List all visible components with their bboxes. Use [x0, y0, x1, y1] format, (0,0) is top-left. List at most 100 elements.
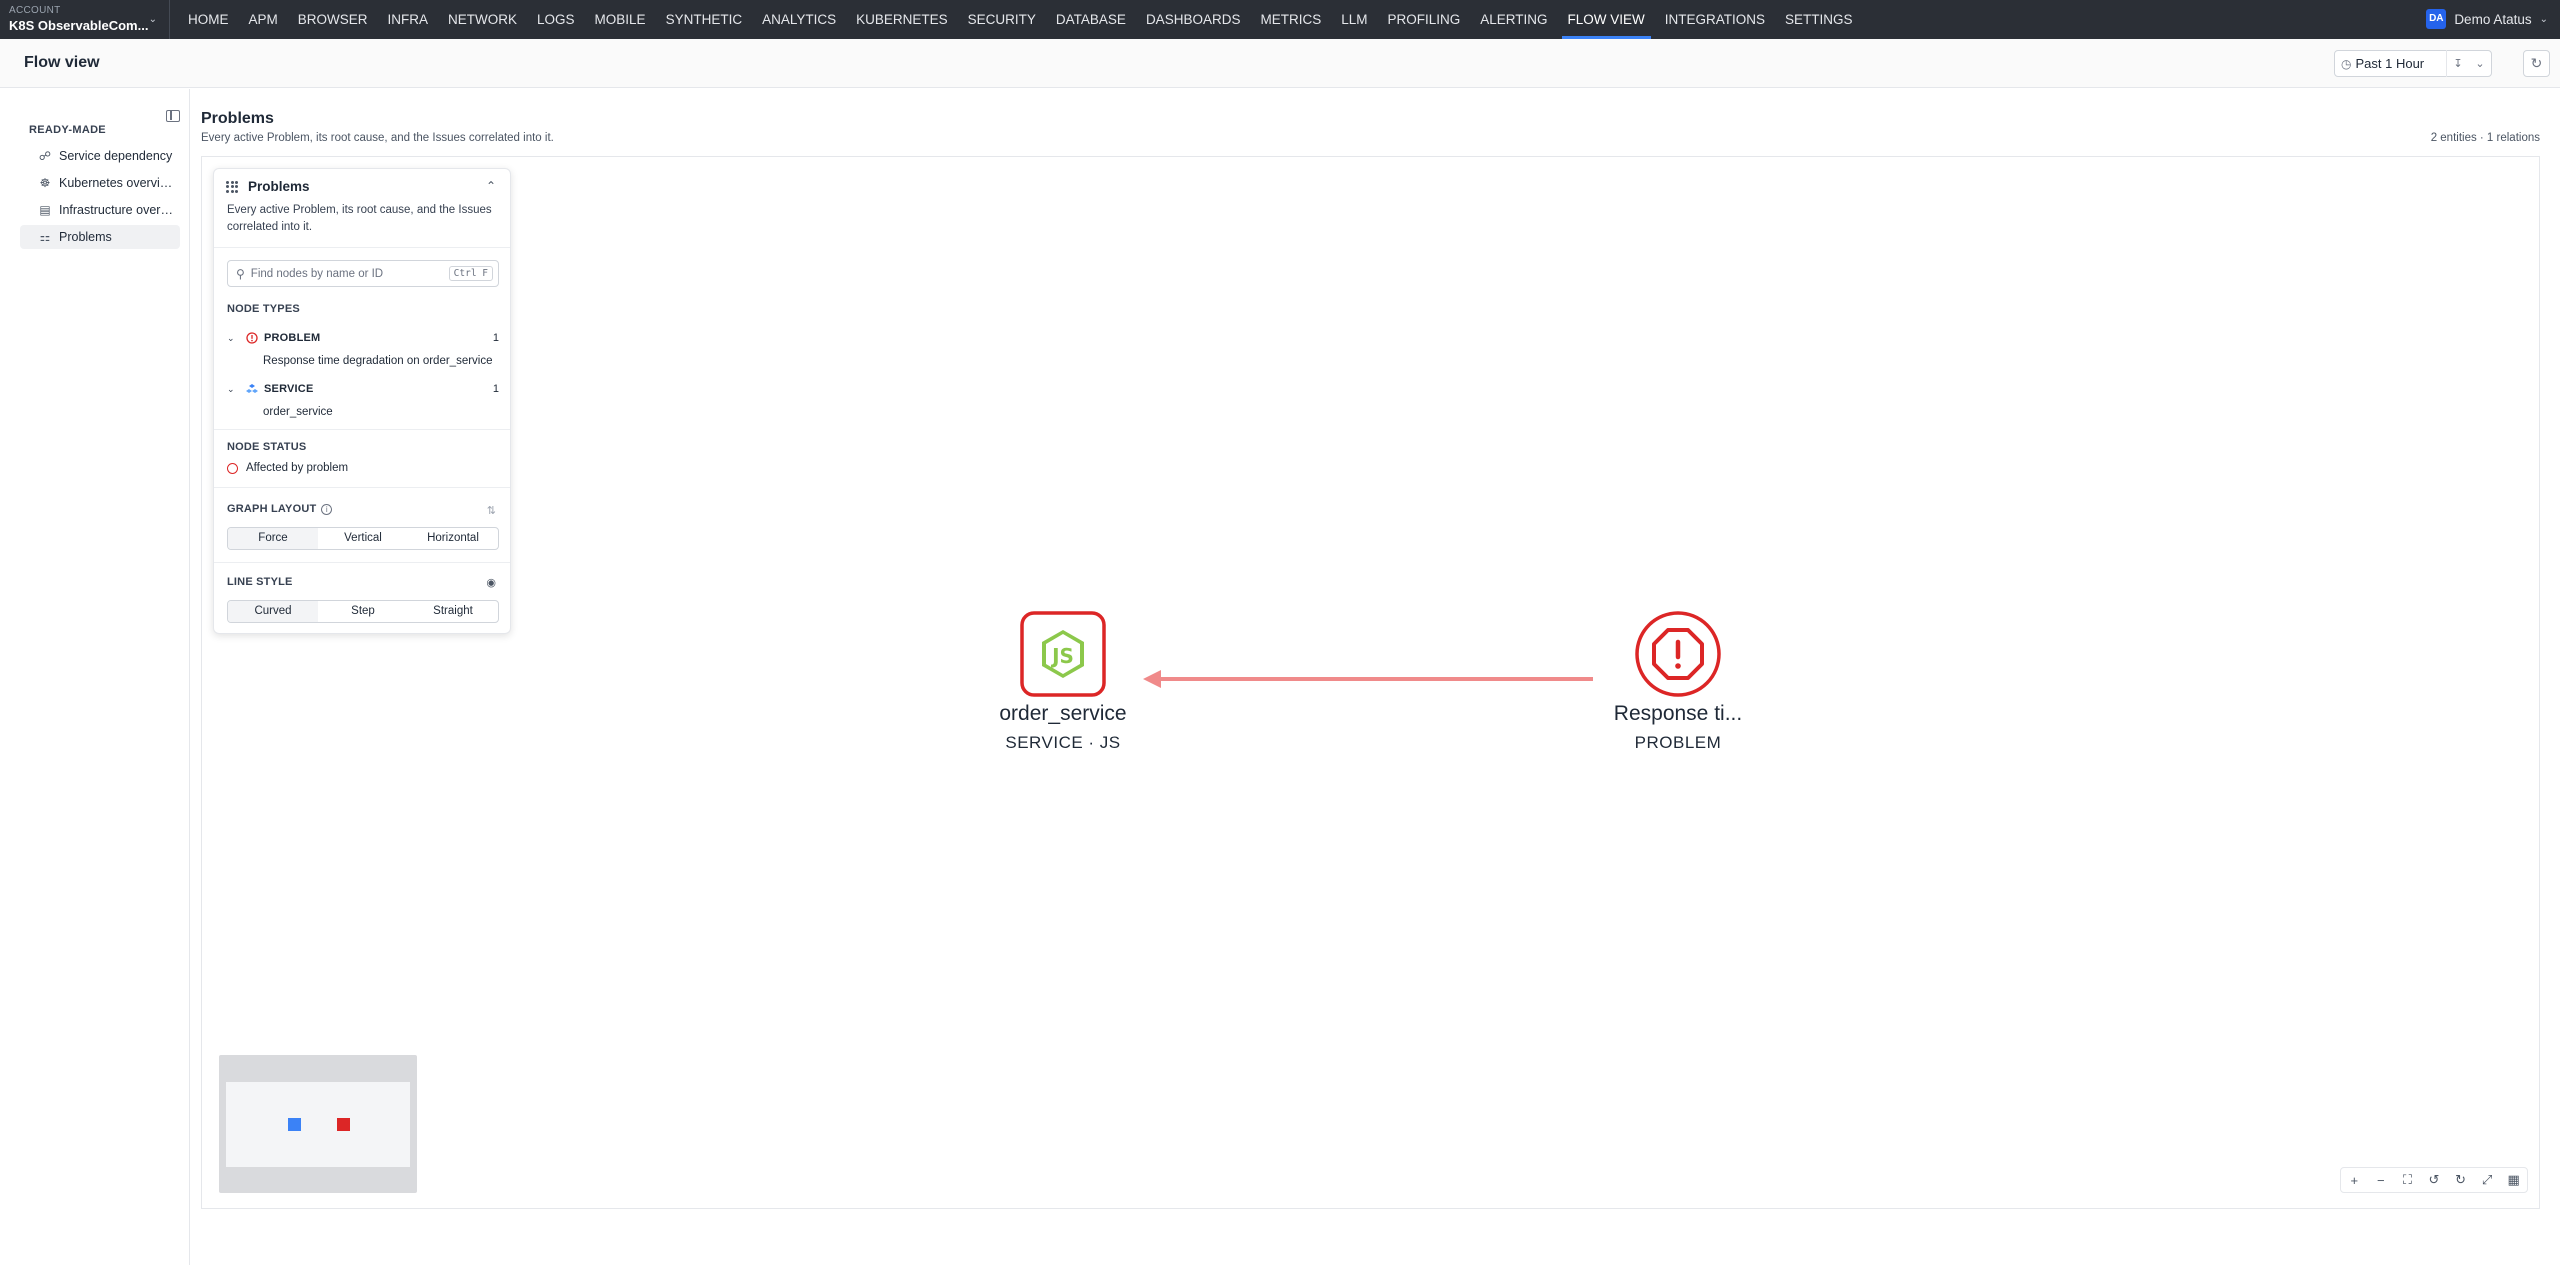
- fullscreen-icon[interactable]: ⤢: [2476, 1172, 2498, 1188]
- line-style-heading: LINE STYLE: [227, 576, 293, 588]
- nav-logs[interactable]: LOGS: [527, 0, 585, 39]
- nav-synthetic[interactable]: SYNTHETIC: [656, 0, 753, 39]
- layout-horizontal-button[interactable]: Horizontal: [408, 528, 498, 549]
- avatar: DA: [2426, 9, 2447, 29]
- layout-force-button[interactable]: Force: [228, 528, 318, 549]
- graph-node-order-service[interactable]: JS: [1020, 611, 1106, 697]
- line-step-button[interactable]: Step: [318, 601, 408, 622]
- minimap-node: [337, 1118, 350, 1131]
- node-status-heading: NODE STATUS: [227, 441, 307, 453]
- nav-llm[interactable]: LLM: [1331, 0, 1377, 39]
- node-label: order_service: [999, 702, 1127, 725]
- info-icon[interactable]: i: [321, 503, 333, 515]
- node-list-item[interactable]: Response time degradation on order_servi…: [263, 355, 493, 367]
- nav-flow-view[interactable]: FLOW VIEW: [1558, 0, 1655, 39]
- node-status-item[interactable]: Affected by problem: [227, 462, 348, 474]
- panel-title: Problems: [248, 179, 310, 194]
- drag-handle-icon[interactable]: [226, 180, 238, 193]
- reset-icon[interactable]: ↺: [2423, 1172, 2445, 1188]
- graph-icon: ⚏: [39, 230, 51, 244]
- refresh-icon: ↻: [2530, 55, 2543, 71]
- time-range-label: Past 1 Hour: [2355, 56, 2425, 71]
- nav-integrations[interactable]: INTEGRATIONS: [1655, 0, 1775, 39]
- nodejs-icon: JS: [1020, 611, 1106, 697]
- sort-icon[interactable]: ⇅: [487, 504, 496, 517]
- alert-circle-icon: [246, 332, 258, 344]
- minimap[interactable]: [219, 1055, 417, 1193]
- line-style-toggle: Curved Step Straight: [227, 600, 499, 623]
- nav-browser[interactable]: BROWSER: [288, 0, 378, 39]
- node-type-problem[interactable]: ⌄ PROBLEM 1: [227, 330, 499, 346]
- clock-icon: ◷: [2341, 56, 2352, 71]
- graph-node-problem[interactable]: [1635, 611, 1721, 697]
- grid-icon[interactable]: ▦: [2503, 1172, 2525, 1188]
- sidebar-item-service-dependency[interactable]: ☍ Service dependency: [20, 144, 180, 168]
- nav-kubernetes[interactable]: KUBERNETES: [846, 0, 958, 39]
- entity-counts: 2 entities · 1 relations: [2430, 132, 2540, 144]
- chevron-down-icon[interactable]: ⌄: [227, 333, 237, 344]
- zoom-in-icon[interactable]: +: [2343, 1173, 2365, 1188]
- chevron-down-icon[interactable]: ⌄: [227, 384, 237, 395]
- refresh-button[interactable]: ↻: [2523, 50, 2550, 77]
- chevron-up-icon[interactable]: ⌃: [486, 179, 496, 193]
- page-title: Flow view: [24, 54, 100, 71]
- sidebar-toggle-icon[interactable]: [166, 110, 180, 122]
- node-list-item[interactable]: order_service: [263, 406, 333, 418]
- layout-vertical-button[interactable]: Vertical: [318, 528, 408, 549]
- nav-network[interactable]: NETWORK: [438, 0, 527, 39]
- share-icon: ☍: [38, 149, 52, 163]
- nav-infra[interactable]: INFRA: [378, 0, 439, 39]
- kubernetes-icon: ☸: [39, 176, 51, 190]
- nav-items: HOME APM BROWSER INFRA NETWORK LOGS MOBI…: [178, 0, 1863, 39]
- sidebar-item-problems[interactable]: ⚏ Problems: [20, 225, 180, 249]
- node-types-heading: NODE TYPES: [227, 303, 300, 315]
- server-icon: ▤: [39, 203, 51, 217]
- nav-dashboards[interactable]: DASHBOARDS: [1136, 0, 1251, 39]
- node-type-service[interactable]: ⌄ SERVICE 1: [227, 381, 499, 397]
- nav-database[interactable]: DATABASE: [1046, 0, 1136, 39]
- node-type-label: PROBLEM: [264, 332, 321, 344]
- nav-home[interactable]: HOME: [178, 0, 239, 39]
- node-search-input[interactable]: ⚲ Find nodes by name or ID Ctrl F: [227, 260, 499, 287]
- nav-settings[interactable]: SETTINGS: [1775, 0, 1863, 39]
- node-type-count: 1: [492, 383, 499, 395]
- account-switcher[interactable]: ACCOUNT K8S ObservableCom... ⌄: [0, 0, 170, 39]
- line-curved-button[interactable]: Curved: [228, 601, 318, 622]
- nav-mobile[interactable]: MOBILE: [585, 0, 656, 39]
- sidebar-heading: READY-MADE: [29, 124, 106, 136]
- sidebar-item-kubernetes-overview[interactable]: ☸ Kubernetes overview: [20, 171, 180, 195]
- node-type-label: SERVICE: [264, 383, 314, 395]
- ring-icon: [227, 462, 238, 474]
- panel-description: Every active Problem, its root cause, an…: [227, 204, 492, 233]
- nav-apm[interactable]: APM: [239, 0, 288, 39]
- minimap-node: [288, 1118, 301, 1131]
- nav-security[interactable]: SECURITY: [958, 0, 1046, 39]
- sidebar-item-label: Kubernetes overview: [59, 176, 175, 190]
- user-name: Demo Atatus: [2454, 11, 2532, 27]
- chevron-down-icon: ⌄: [148, 14, 157, 25]
- nav-profiling[interactable]: PROFILING: [1377, 0, 1470, 39]
- zoom-controls: + − ⛶ ↺ ↻ ⤢ ▦: [2340, 1167, 2528, 1193]
- panel-header: Problems: [226, 179, 310, 194]
- main-title: Problems: [201, 110, 274, 127]
- sidebar-item-infrastructure-overview[interactable]: ▤ Infrastructure overview: [20, 198, 180, 222]
- eye-icon[interactable]: ◉: [486, 576, 496, 589]
- nav-alerting[interactable]: ALERTING: [1470, 0, 1557, 39]
- user-menu[interactable]: DA Demo Atatus ⌄: [2426, 9, 2548, 29]
- graph-layout-heading: GRAPH LAYOUT i: [227, 503, 333, 515]
- nav-metrics[interactable]: METRICS: [1250, 0, 1331, 39]
- zoom-out-icon[interactable]: −: [2370, 1173, 2392, 1188]
- pin-icon[interactable]: ↧: [2447, 57, 2469, 70]
- chevron-down-icon[interactable]: ⌄: [2469, 57, 2491, 70]
- node-type-label: PROBLEM: [1634, 733, 1722, 752]
- time-range-picker[interactable]: ◷ Past 1 Hour ↧ ⌄: [2334, 50, 2492, 77]
- flow-canvas[interactable]: [201, 156, 2540, 1209]
- page-header: Flow view ◷ Past 1 Hour ↧ ⌄ ↻: [0, 39, 2560, 88]
- sidebar: READY-MADE ☍ Service dependency ☸ Kubern…: [0, 89, 190, 1265]
- node-label: Response ti...: [1613, 702, 1743, 725]
- fit-view-icon[interactable]: ⛶: [2396, 1172, 2418, 1188]
- line-straight-button[interactable]: Straight: [408, 601, 498, 622]
- refresh-layout-icon[interactable]: ↻: [2450, 1172, 2472, 1188]
- minimap-viewport[interactable]: [226, 1082, 410, 1167]
- nav-analytics[interactable]: ANALYTICS: [752, 0, 846, 39]
